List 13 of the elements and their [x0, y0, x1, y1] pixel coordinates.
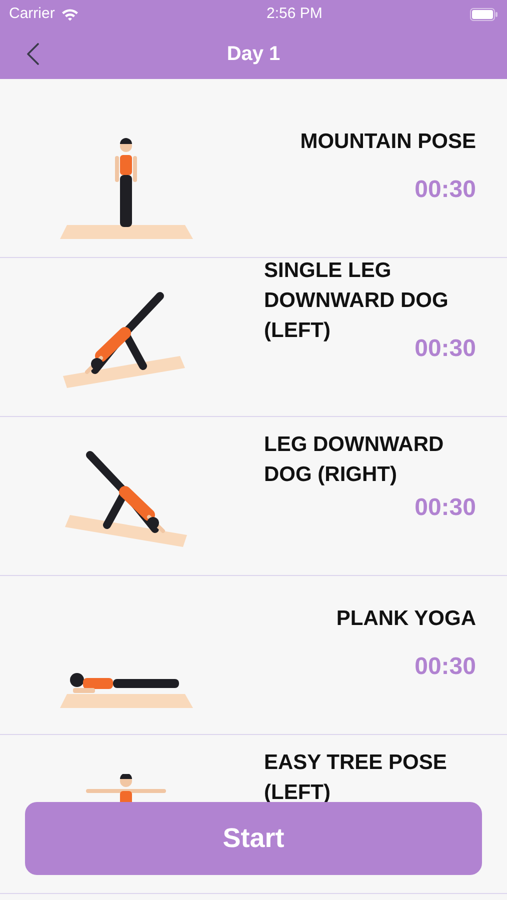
exercise-duration: 00:30 [414, 175, 476, 205]
exercise-name: LEG DOWNWARD DOG (RIGHT) [264, 432, 445, 488]
exercise-name: MOUNTAIN POSE [300, 129, 476, 155]
chevron-left-icon [27, 43, 39, 65]
exercise-name: PLANK YOGA [336, 606, 476, 632]
status-time: 2:56 PM [266, 4, 322, 24]
page-title: Day 1 [226, 42, 280, 66]
start-button[interactable]: Start [25, 802, 482, 875]
battery-icon [470, 8, 498, 20]
exercise-duration: 00:30 [414, 493, 476, 523]
wifi-icon [60, 8, 79, 20]
exercise-duration: 00:30 [414, 652, 476, 682]
carrier-label: Carrier [9, 4, 55, 24]
